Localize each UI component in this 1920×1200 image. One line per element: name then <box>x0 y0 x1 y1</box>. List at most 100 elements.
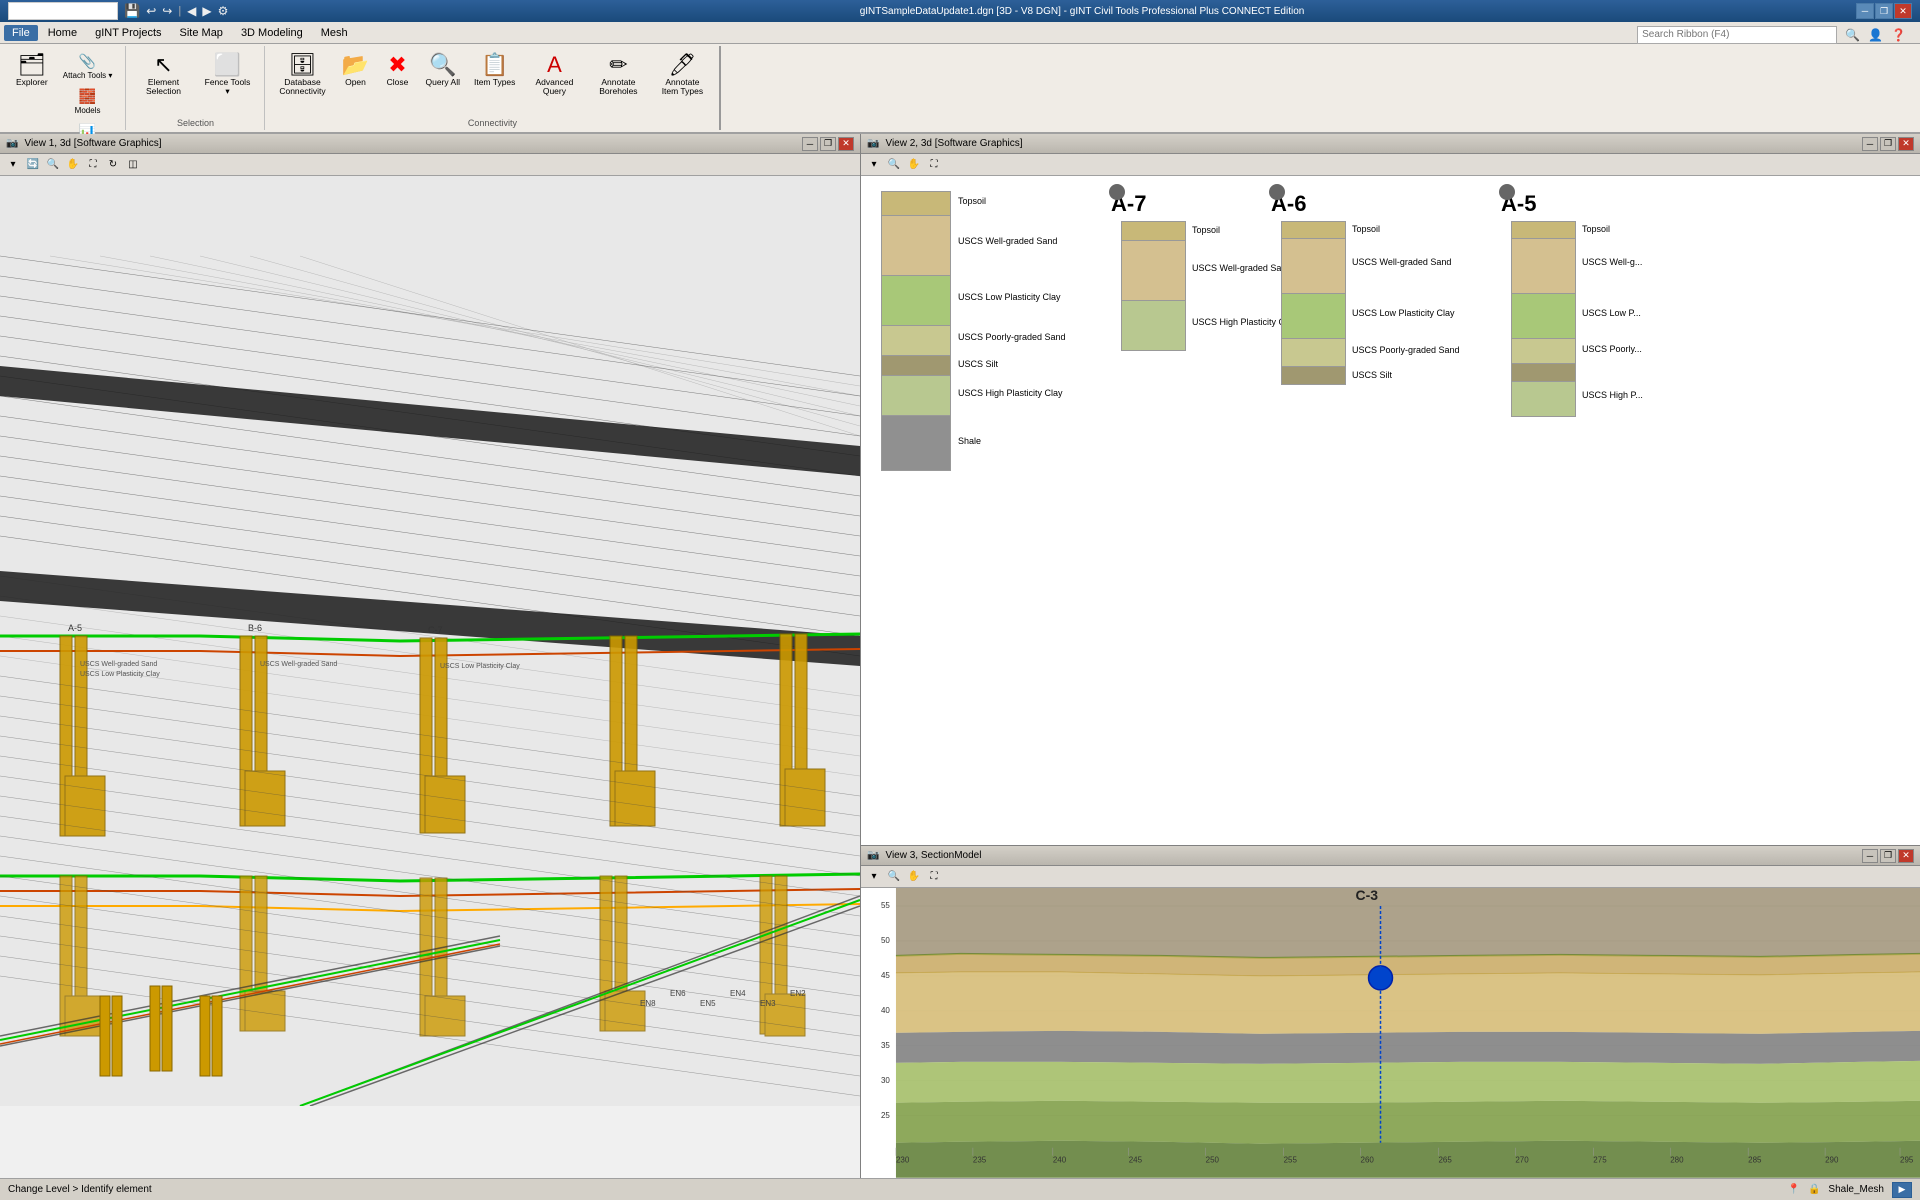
advanced-query-button[interactable]: A Advanced Query <box>523 50 585 101</box>
models-button[interactable]: 🧱 Models <box>56 85 120 118</box>
view2-close[interactable]: ✕ <box>1898 137 1914 151</box>
vtb-fit[interactable]: ⛶ <box>84 156 102 174</box>
svg-text:230: 230 <box>896 1156 910 1165</box>
main-area: 📷 View 1, 3d [Software Graphics] ─ ❐ ✕ ▾… <box>0 134 1920 1178</box>
view1-close[interactable]: ✕ <box>838 137 854 151</box>
borehole-log-main: Topsoil USCS Well-graded Sand USCS Low P… <box>881 191 951 471</box>
query-all-button[interactable]: 🔍 Query All <box>419 50 466 91</box>
query-all-icon: 🔍 <box>429 54 456 76</box>
search-icon[interactable]: 🔍 <box>1845 28 1860 42</box>
menu-home[interactable]: Home <box>40 25 85 41</box>
search-ribbon-input[interactable] <box>1637 26 1837 44</box>
ribbon-group-primary: 🗂 Explorer 📎 Attach Tools ▾ 🧱 Models 📊 L… <box>4 46 126 130</box>
menu-file[interactable]: File <box>4 25 38 41</box>
models-icon: 🧱 <box>79 88 96 105</box>
quick-access-toolbar[interactable]: Geotechnical 💾 ↩ ↪ | ◀ ▶ ⚙ <box>8 2 308 20</box>
advanced-query-icon: A <box>547 54 562 76</box>
svg-text:290: 290 <box>1825 1156 1839 1165</box>
v3-pan[interactable]: ✋ <box>905 868 923 886</box>
v3-zoom[interactable]: 🔍 <box>885 868 903 886</box>
vtb-view-menu[interactable]: ▾ <box>4 156 22 174</box>
view3-restore[interactable]: ❐ <box>1880 849 1896 863</box>
open-button[interactable]: 📂 Open <box>335 50 375 91</box>
database-connectivity-button[interactable]: 🗄 Database Connectivity <box>271 50 333 101</box>
minimize-button[interactable]: ─ <box>1856 3 1874 19</box>
vtb-zoom-in[interactable]: 🔍 <box>44 156 62 174</box>
fence-tools-button[interactable]: ⬜ Fence Tools ▾ <box>196 50 258 101</box>
save-icon[interactable]: 💾 <box>124 3 140 19</box>
fence-tools-icon: ⬜ <box>214 54 241 76</box>
status-right-button[interactable]: ▶ <box>1892 1182 1912 1198</box>
svg-text:EN6: EN6 <box>670 989 686 998</box>
A6-pgs: USCS Poorly-graded Sand <box>1281 339 1346 367</box>
view2-minimize[interactable]: ─ <box>1862 137 1878 151</box>
view1-content[interactable]: A-5 B-6 C-7 USCS Well-graded Sand USCS L… <box>0 176 860 1178</box>
settings-icon[interactable]: ⚙ <box>218 4 229 18</box>
item-types-button[interactable]: 📋 Item Types <box>468 50 521 91</box>
svg-text:235: 235 <box>973 1156 987 1165</box>
vtb-3d-rotate[interactable]: ↻ <box>104 156 122 174</box>
selection-buttons: ↖ Element Selection ⬜ Fence Tools ▾ <box>132 48 258 116</box>
A5-lpc: USCS Low P... <box>1511 294 1576 339</box>
A7-marker <box>1109 184 1125 200</box>
menu-site-map[interactable]: Site Map <box>172 25 231 41</box>
annotate-item-types-icon: 🖊 <box>668 54 696 76</box>
svg-text:USCS Low Plasticity Clay: USCS Low Plasticity Clay <box>80 671 160 678</box>
menu-gint-projects[interactable]: gINT Projects <box>87 25 169 41</box>
view1-restore[interactable]: ❐ <box>820 137 836 151</box>
vtb-rotate[interactable]: 🔄 <box>24 156 42 174</box>
explorer-button[interactable]: 🗂 Explorer <box>10 50 54 91</box>
vtb-pan[interactable]: ✋ <box>64 156 82 174</box>
arrow-right-icon[interactable]: ▶ <box>202 4 211 18</box>
geo-combo[interactable]: Geotechnical <box>8 2 118 20</box>
v3-menu[interactable]: ▾ <box>865 868 883 886</box>
v2-fit[interactable]: ⛶ <box>925 156 943 174</box>
element-selection-button[interactable]: ↖ Element Selection <box>132 50 194 101</box>
svg-text:USCS Well-graded Sand: USCS Well-graded Sand <box>80 661 157 668</box>
layer-silt: USCS Silt <box>881 356 951 376</box>
close-db-button[interactable]: ✖ Close <box>377 50 417 91</box>
A6-wgs: USCS Well-graded Sand <box>1281 239 1346 294</box>
redo-icon[interactable]: ↪ <box>162 4 172 18</box>
v2-menu[interactable]: ▾ <box>865 156 883 174</box>
annotate-item-types-button[interactable]: 🖊 Annotate Item Types <box>651 50 713 101</box>
view2-restore[interactable]: ❐ <box>1880 137 1896 151</box>
v3-fit[interactable]: ⛶ <box>925 868 943 886</box>
view1-toolbar: ▾ 🔄 🔍 ✋ ⛶ ↻ ◫ <box>0 154 860 176</box>
v2-pan[interactable]: ✋ <box>905 156 923 174</box>
A5-pgs: USCS Poorly... <box>1511 339 1576 364</box>
v2-zoom[interactable]: 🔍 <box>885 156 903 174</box>
svg-text:55: 55 <box>881 901 890 910</box>
title-bar: Geotechnical 💾 ↩ ↪ | ◀ ▶ ⚙ gINTSampleDat… <box>0 0 1920 22</box>
svg-text:EN2: EN2 <box>790 989 806 998</box>
view3-icon: 📷 <box>867 850 879 861</box>
help-icon[interactable]: ❓ <box>1891 28 1906 42</box>
explorer-icon: 🗂 <box>18 54 46 76</box>
A5-wgs: USCS Well-g... <box>1511 239 1576 294</box>
view1-icon: 📷 <box>6 138 18 149</box>
A7-topsoil: Topsoil <box>1121 221 1186 241</box>
svg-text:25: 25 <box>881 1111 890 1120</box>
user-icon[interactable]: 👤 <box>1868 28 1883 42</box>
svg-text:250: 250 <box>1206 1156 1220 1165</box>
view2-title: View 2, 3d [Software Graphics] <box>885 138 1022 149</box>
undo-icon[interactable]: ↩ <box>146 4 156 18</box>
layer-shale: Shale <box>881 416 951 471</box>
A5-hpc: USCS High P... <box>1511 382 1576 417</box>
view1-minimize[interactable]: ─ <box>802 137 818 151</box>
annotate-boreholes-button[interactable]: ✏ Annotate Boreholes <box>587 50 649 101</box>
view3-minimize[interactable]: ─ <box>1862 849 1878 863</box>
view1: 📷 View 1, 3d [Software Graphics] ─ ❐ ✕ ▾… <box>0 134 860 1178</box>
vtb-iso[interactable]: ◫ <box>124 156 142 174</box>
restore-button[interactable]: ❐ <box>1875 3 1893 19</box>
view3-close[interactable]: ✕ <box>1898 849 1914 863</box>
menu-mesh[interactable]: Mesh <box>313 25 356 41</box>
arrow-left-icon[interactable]: ◀ <box>187 4 196 18</box>
view3-header: 📷 View 3, SectionModel ─ ❐ ✕ <box>861 846 1920 866</box>
menu-3d-modeling[interactable]: 3D Modeling <box>233 25 311 41</box>
window-controls: ─ ❐ ✕ <box>1856 3 1912 19</box>
view2-content[interactable]: Topsoil USCS Well-graded Sand USCS Low P… <box>861 176 1920 845</box>
attach-tools-button[interactable]: 📎 Attach Tools ▾ <box>56 50 120 83</box>
view3-content[interactable]: 55 50 45 40 35 30 25 <box>861 888 1920 1178</box>
close-button[interactable]: ✕ <box>1894 3 1912 19</box>
